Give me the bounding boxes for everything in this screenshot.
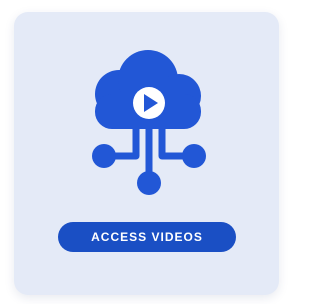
- node-bottom: [137, 171, 161, 195]
- access-videos-button[interactable]: ACCESS VIDEOS: [58, 222, 236, 252]
- node-right: [182, 144, 206, 168]
- access-videos-card: ACCESS VIDEOS: [14, 12, 279, 295]
- cloud-video-network-icon: [92, 50, 206, 195]
- network-lines: [112, 128, 186, 175]
- node-left: [92, 144, 116, 168]
